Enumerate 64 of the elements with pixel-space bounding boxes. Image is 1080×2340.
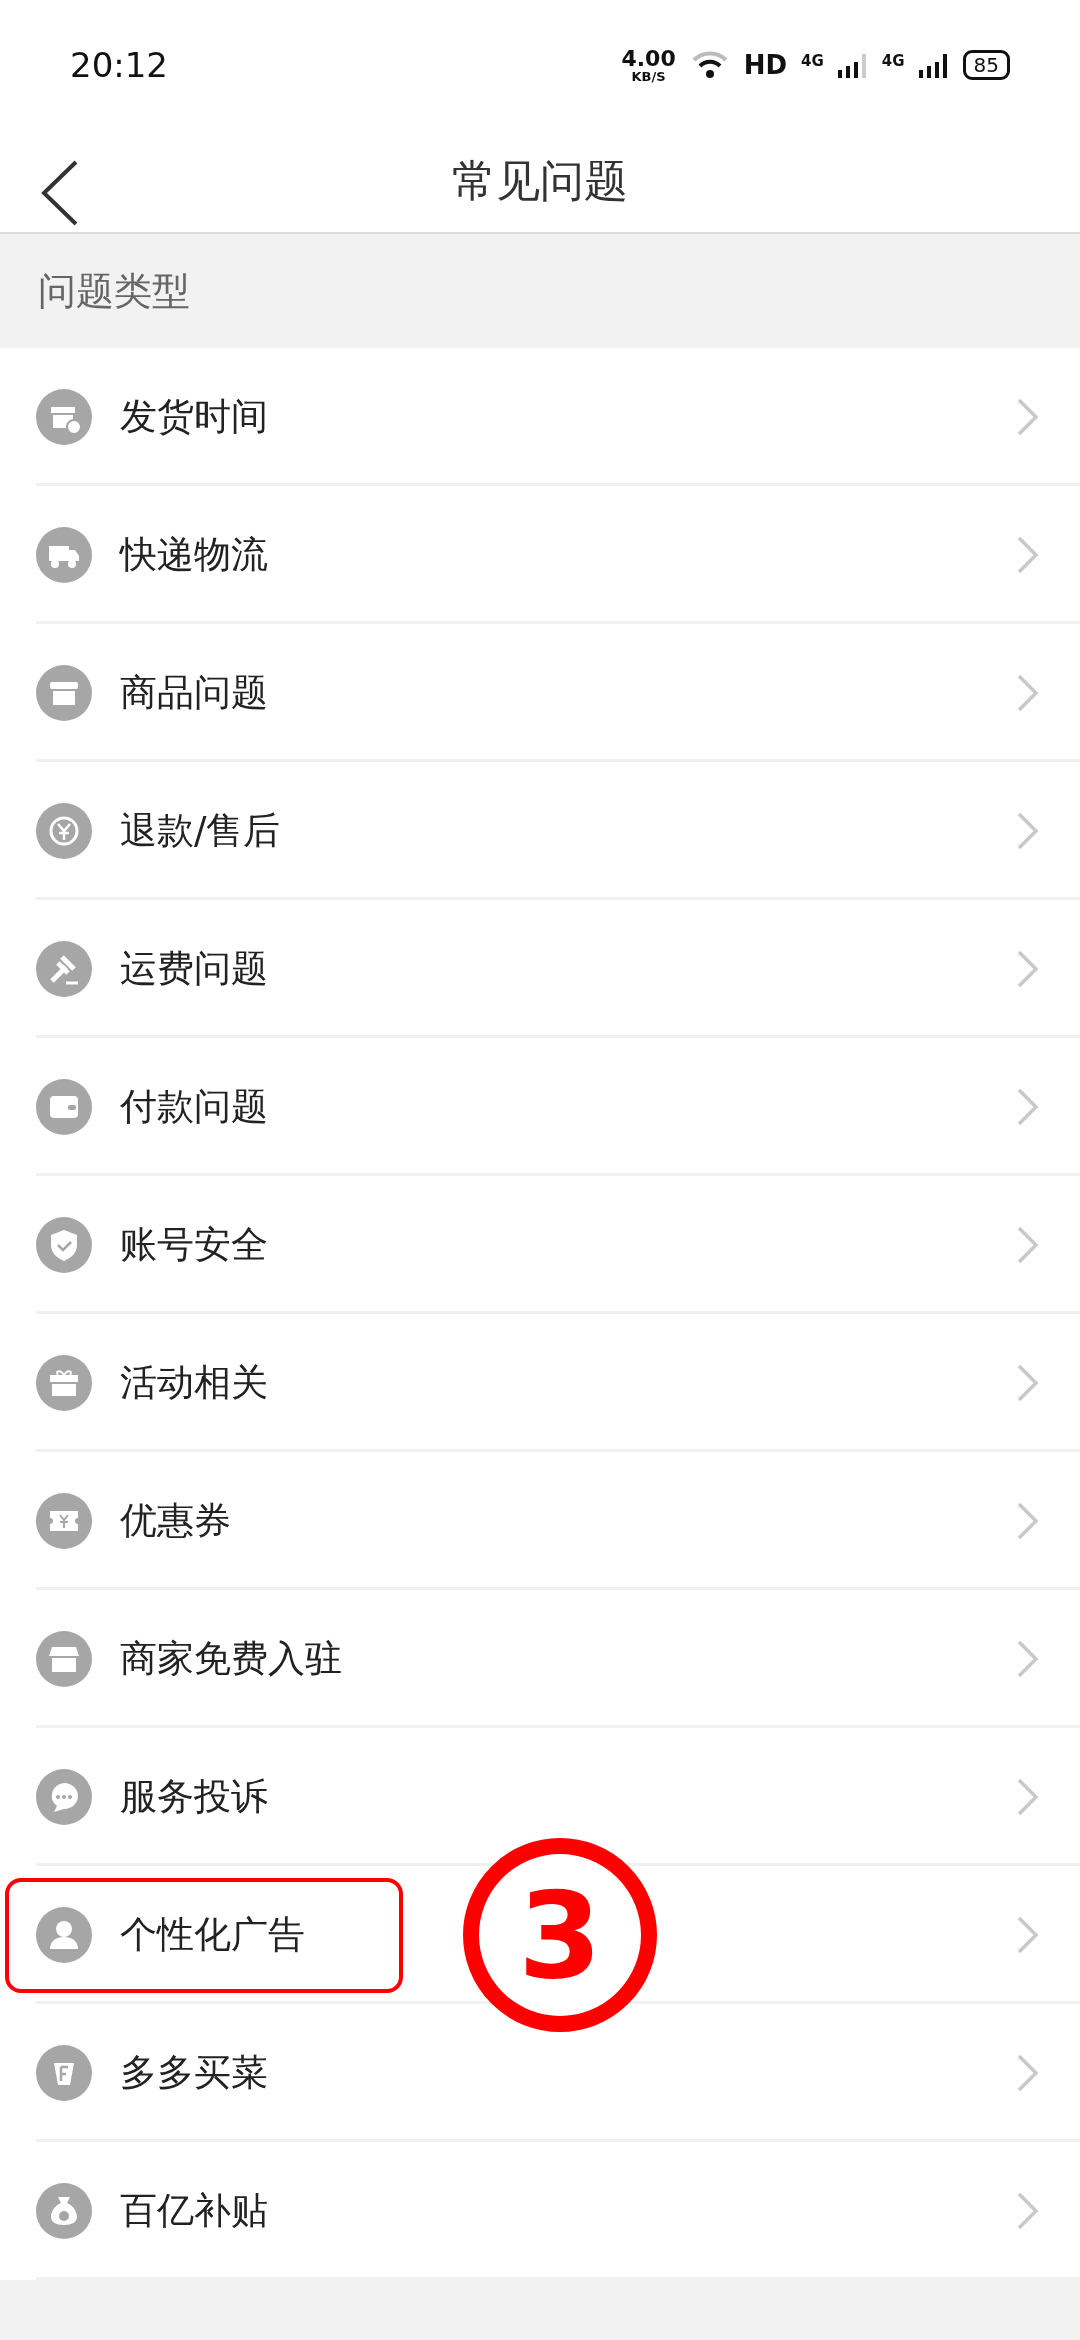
category-icon [36,1631,92,1687]
chevron-icon [1016,811,1040,851]
item-label: 发货时间 [120,394,268,440]
section-title: 问题类型 [38,267,190,315]
item-label: 服务投诉 [120,1774,268,1820]
category-icon [36,2045,92,2101]
category-icon [36,2183,92,2239]
faq-item[interactable]: 百亿补贴 [0,2142,1080,2280]
speed-unit: KB/S [631,69,666,83]
item-label: 商家免费入驻 [120,1636,342,1682]
faq-item[interactable]: 商品问题 [0,624,1080,762]
item-label: 账号安全 [120,1222,268,1268]
chevron-icon [1016,1639,1040,1679]
chevron-icon [1016,1915,1040,1955]
item-label: 个性化广告 [120,1912,305,1958]
item-label: 活动相关 [120,1360,268,1406]
chevron-icon [1016,1225,1040,1265]
category-icon [36,803,92,859]
category-icon [36,1217,92,1273]
chevron-icon [1016,2191,1040,2231]
item-label: 快递物流 [120,532,268,578]
chevron-icon [1016,1087,1040,1127]
category-icon [36,1907,92,1963]
item-label: 多多买菜 [120,2050,268,2096]
back-icon[interactable] [40,158,80,228]
category-icon [36,1355,92,1411]
faq-item[interactable]: 发货时间 [0,348,1080,486]
item-label: 商品问题 [120,670,268,716]
item-label: 运费问题 [120,946,268,992]
item-label: 优惠券 [120,1498,231,1544]
faq-item[interactable]: 付款问题 [0,1038,1080,1176]
category-icon [36,527,92,583]
item-label: 退款/售后 [120,808,281,854]
chevron-icon [1016,1501,1040,1541]
chevron-icon [1016,535,1040,575]
faq-item[interactable]: 商家免费入驻 [0,1590,1080,1728]
network-type: 4G [801,51,824,70]
network-speed: 4.00 [621,47,676,70]
category-icon [36,941,92,997]
faq-item[interactable]: 优惠券 [0,1452,1080,1590]
chevron-icon [1016,2053,1040,2093]
faq-item[interactable]: 账号安全 [0,1176,1080,1314]
chevron-icon [1016,673,1040,713]
item-label: 百亿补贴 [120,2188,268,2234]
category-icon [36,389,92,445]
category-icon [36,665,92,721]
faq-item[interactable]: 活动相关 [0,1314,1080,1452]
chevron-icon [1016,397,1040,437]
item-label: 付款问题 [120,1084,268,1130]
page-title: 常见问题 [452,153,628,208]
step-marker: 3 [463,1838,657,2032]
hd-indicator: HD [743,50,788,80]
battery-level: 85 [962,50,1010,80]
category-icon [36,1079,92,1135]
category-icon [36,1769,92,1825]
faq-item[interactable]: 快递物流 [0,486,1080,624]
chevron-icon [1016,949,1040,989]
category-icon [36,1493,92,1549]
chevron-icon [1016,1777,1040,1817]
status-time: 20:12 [70,45,168,85]
faq-item[interactable]: 运费问题 [0,900,1080,1038]
faq-item[interactable]: 退款/售后 [0,762,1080,900]
chevron-icon [1016,1363,1040,1403]
network-type: 4G [881,51,905,70]
